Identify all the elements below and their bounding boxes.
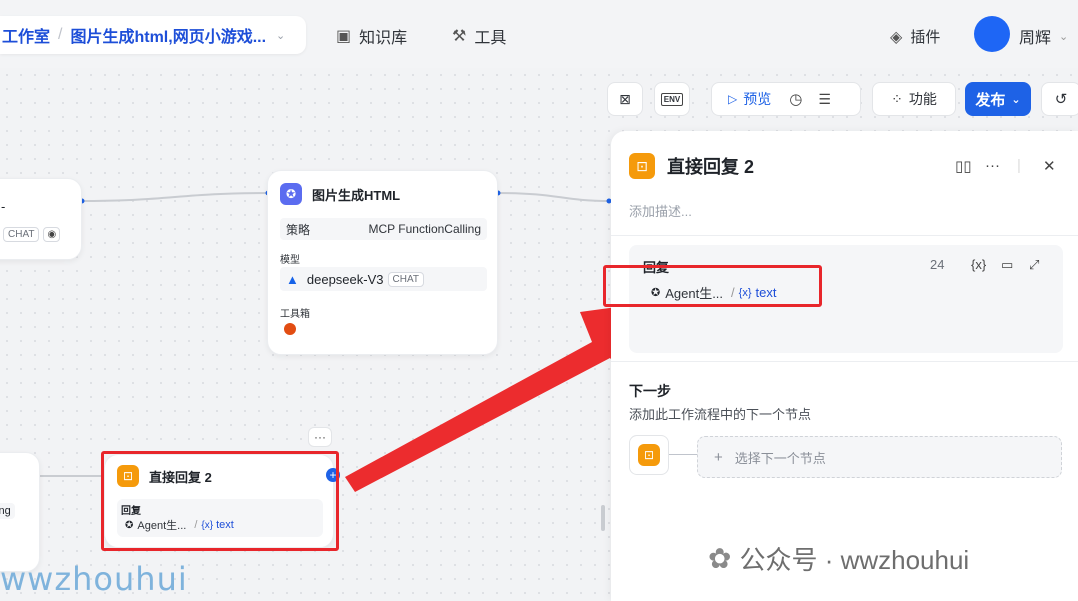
chevron-down-icon: ⌄ — [1059, 30, 1069, 43]
eye-icon[interactable]: ◉ — [43, 227, 61, 242]
wechat-icon: ✿ — [708, 543, 732, 574]
breadcrumb-root[interactable]: 工作室 — [2, 23, 50, 47]
node-left-top-tags: CHAT ◉ — [3, 227, 61, 242]
node-settings-panel: ⊡ 直接回复 2 ▯▯ ··· | ✕ 添加描述... 回复 24 {x} ▭ … — [611, 131, 1078, 601]
chevron-down-icon: ⌄ — [1011, 93, 1021, 106]
watermark-right-text: 公众号 · wwzhouhui — [739, 545, 970, 575]
next-connector — [669, 454, 697, 455]
user-menu[interactable]: 周辉 ⌄ — [1019, 24, 1068, 48]
preview-label: 预览 — [743, 91, 772, 107]
strategy-value: MCP FunctionCalling — [368, 222, 482, 236]
node-left-top[interactable]: - CHAT ◉ — [0, 178, 82, 260]
model-value: deepseek-V3 — [306, 271, 384, 287]
history-run-icon[interactable]: ◷ — [789, 90, 802, 108]
reply-icon: ⊡ — [638, 444, 660, 466]
hammer-icon: ⚒ — [452, 28, 467, 45]
agent-icon: ✪ — [280, 183, 302, 205]
divider — [611, 235, 1078, 236]
nav-tools-label: 工具 — [474, 30, 507, 47]
current-node-chip: ⊡ — [629, 435, 669, 475]
grid-icon: ⁘ — [891, 90, 903, 107]
docs-icon[interactable]: ▯▯ — [955, 157, 972, 175]
close-icon[interactable]: ✕ — [1043, 157, 1056, 175]
nav-knowledge-base[interactable]: ▣ 知识库 — [336, 24, 407, 48]
char-count: 24 — [930, 257, 945, 272]
select-next-node-button[interactable]: + 选择下一个节点 — [697, 436, 1062, 478]
strategy-row: 策略 MCP FunctionCalling — [280, 218, 487, 240]
nav-knowledge-label: 知识库 — [359, 30, 408, 47]
screen-x-icon: ⊠ — [619, 90, 631, 107]
breadcrumb-project[interactable]: 图片生成html,网页小游戏... — [70, 23, 266, 47]
user-name: 周辉 — [1019, 30, 1052, 47]
plus-icon: + — [714, 448, 723, 466]
expand-icon[interactable]: ⤢ — [1029, 257, 1039, 273]
panel-title: 直接回复 2 — [667, 157, 755, 177]
node-left-bottom-text: alling — [0, 503, 15, 519]
play-icon: ▷ — [728, 92, 738, 106]
undo-clear-button[interactable]: ⊠ — [607, 82, 643, 116]
top-bar: 工作室 / 图片生成html,网页小游戏... ⌄ ▣ 知识库 ⚒ 工具 ◈ 插… — [0, 0, 1078, 68]
publish-label: 发布 — [975, 91, 1006, 109]
env-button[interactable]: ENV — [654, 82, 690, 116]
cube-icon: ◈ — [890, 28, 903, 46]
next-step-subtitle: 添加此工作流程中的下一个节点 — [629, 407, 812, 422]
deepseek-logo-icon: ▲ — [286, 271, 299, 287]
publish-button[interactable]: 发布 ⌄ — [965, 82, 1031, 116]
node-agent-title: 图片生成HTML — [312, 187, 401, 203]
model-row: ▲ deepseek-V3 CHAT — [280, 267, 487, 291]
insert-variable-icon[interactable]: {x} — [971, 257, 986, 272]
nav-tools[interactable]: ⚒ 工具 — [452, 24, 506, 48]
panel-header: ⊡ 直接回复 2 — [629, 153, 754, 179]
node-left-bottom[interactable]: alling — [0, 452, 40, 572]
plugins-label: 插件 — [910, 29, 941, 46]
version-history-button[interactable]: ↺ — [1041, 82, 1078, 116]
reply-icon: ⊡ — [629, 153, 655, 179]
preview-button[interactable]: ▷ 预览 — [728, 89, 771, 109]
node-more-button[interactable]: ··· — [308, 427, 332, 447]
highlight-box-node — [101, 451, 339, 551]
tool-clock-icon — [284, 323, 296, 335]
watermark-right: ✿ 公众号 · wwzhouhui — [708, 540, 969, 577]
features-button[interactable]: ⁘ 功能 — [872, 82, 956, 116]
history-icon: ↺ — [1054, 91, 1068, 108]
env-icon: ENV — [660, 92, 684, 106]
checklist-icon[interactable]: ☰ — [818, 91, 831, 108]
avatar[interactable] — [974, 16, 1010, 52]
node-agent[interactable]: ✪ 图片生成HTML 策略 MCP FunctionCalling 模型 ▲ d… — [267, 170, 498, 355]
chat-tag: CHAT — [387, 271, 424, 287]
strategy-label: 策略 — [286, 222, 311, 237]
header-divider: | — [1017, 157, 1021, 174]
select-next-node-label: 选择下一个节点 — [734, 450, 826, 466]
next-step-title: 下一步 — [629, 383, 671, 399]
book-icon: ▣ — [336, 28, 352, 45]
chevron-down-icon[interactable]: ⌄ — [276, 29, 285, 42]
toolbox-label: 工具箱 — [280, 309, 310, 320]
scrollbar[interactable] — [601, 505, 605, 531]
highlight-box-panel — [603, 265, 822, 307]
features-label: 功能 — [908, 91, 937, 107]
watermark-left: wwzhouhui — [0, 560, 188, 598]
model-label: 模型 — [280, 255, 300, 266]
more-icon[interactable]: ··· — [985, 157, 1000, 174]
preview-group: ▷ 预览 ◷ ☰ — [711, 82, 861, 116]
chat-tag: CHAT — [3, 227, 40, 242]
node-agent-header: ✪ 图片生成HTML — [280, 183, 400, 205]
description-input[interactable]: 添加描述... — [629, 201, 692, 220]
node-left-top-text: - — [1, 199, 6, 214]
divider — [611, 361, 1078, 362]
plugins-link[interactable]: ◈ 插件 — [890, 26, 940, 47]
clipboard-icon[interactable]: ▭ — [1001, 257, 1013, 273]
breadcrumb[interactable]: 工作室 / 图片生成html,网页小游戏... ⌄ — [0, 16, 306, 54]
breadcrumb-separator: / — [58, 26, 63, 43]
